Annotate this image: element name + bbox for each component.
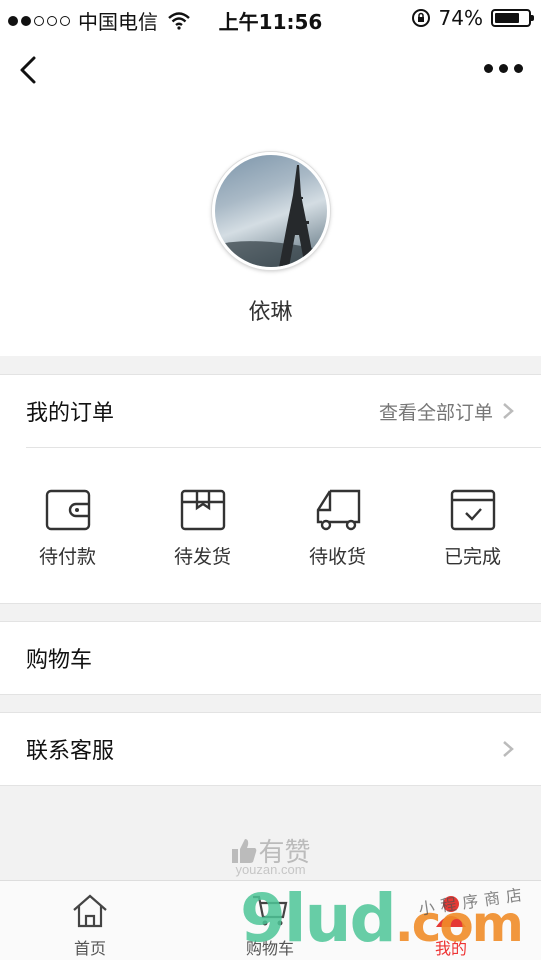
tab-home[interactable]: 首页 (0, 891, 180, 959)
eiffel-tower-image (215, 165, 327, 267)
brand-url: youzan.com (235, 862, 306, 877)
profile-header: 依琳 (0, 106, 541, 356)
cart-card: 购物车 (0, 621, 541, 695)
package-icon (180, 489, 225, 531)
orders-title: 我的订单 (26, 401, 115, 426)
contact-service-row[interactable]: 联系客服 (0, 713, 541, 785)
battery-icon (491, 9, 534, 27)
thumbs-up-icon (232, 838, 257, 863)
home-icon (73, 894, 107, 928)
avatar[interactable] (212, 152, 330, 270)
wallet-icon (45, 489, 90, 531)
footer: 有赞 youzan.com (0, 786, 541, 880)
nav-bar (0, 36, 541, 106)
cart-row[interactable]: 购物车 (0, 622, 541, 694)
pending-payment-button[interactable]: 待付款 (0, 488, 135, 603)
chevron-right-icon (503, 741, 514, 757)
orders-card: 我的订单 查看全部订单 待付款 待发货 待收货 已完成 (0, 374, 541, 604)
completed-button[interactable]: 已完成 (405, 488, 540, 603)
truck-icon (316, 489, 360, 531)
contact-service-label: 联系客服 (26, 739, 115, 764)
back-arrow-icon[interactable] (14, 52, 44, 88)
service-card: 联系客服 (0, 712, 541, 786)
user-name: 依琳 (248, 300, 293, 325)
status-bar: 中国电信 上午11:56 74% (0, 0, 541, 36)
pending-shipment-button[interactable]: 待发货 (135, 488, 270, 603)
view-all-orders-link[interactable]: 查看全部订单 (379, 375, 515, 447)
order-status-group: 待付款 待发货 待收货 已完成 (0, 448, 541, 603)
more-icon[interactable] (484, 64, 523, 73)
pending-receipt-button[interactable]: 待收货 (270, 488, 405, 603)
rotation-lock-icon (411, 9, 430, 27)
chevron-right-icon (503, 403, 514, 419)
orders-row[interactable]: 我的订单 查看全部订单 (0, 375, 541, 447)
battery-percent: 74% (438, 6, 483, 30)
cart-label: 购物车 (26, 648, 93, 673)
check-box-icon (450, 489, 495, 531)
